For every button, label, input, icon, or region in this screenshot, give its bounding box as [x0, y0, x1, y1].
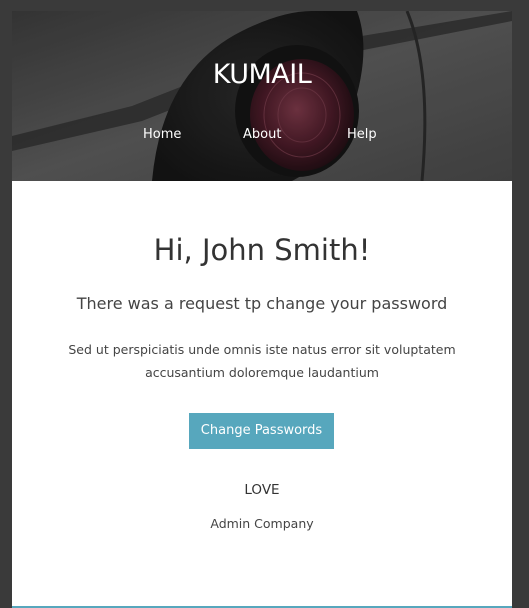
company-name: Admin Company [210, 516, 314, 531]
greeting-heading: Hi, John Smith! [153, 233, 371, 267]
email-container: KUMAIL Home About Help Hi, John Smith! T… [12, 11, 512, 608]
top-nav: Home About Help [12, 127, 512, 147]
signoff-text: LOVE [244, 482, 280, 498]
change-password-button[interactable]: Change Passwords [189, 413, 334, 449]
hero-banner: KUMAIL Home About Help [12, 11, 512, 181]
body-line: accusantium doloremque laudantium [145, 365, 379, 380]
request-subtitle: There was a request tp change your passw… [76, 294, 448, 313]
body-line: Sed ut perspiciatis unde omnis iste natu… [68, 342, 456, 357]
nav-link-help[interactable]: Help [347, 127, 377, 142]
hero-background-image [12, 11, 512, 181]
brand-logo: KUMAIL [212, 59, 312, 90]
nav-link-about[interactable]: About [243, 127, 281, 142]
nav-link-home[interactable]: Home [143, 127, 181, 142]
body-paragraph: Sed ut perspiciatis unde omnis iste natu… [62, 338, 462, 384]
